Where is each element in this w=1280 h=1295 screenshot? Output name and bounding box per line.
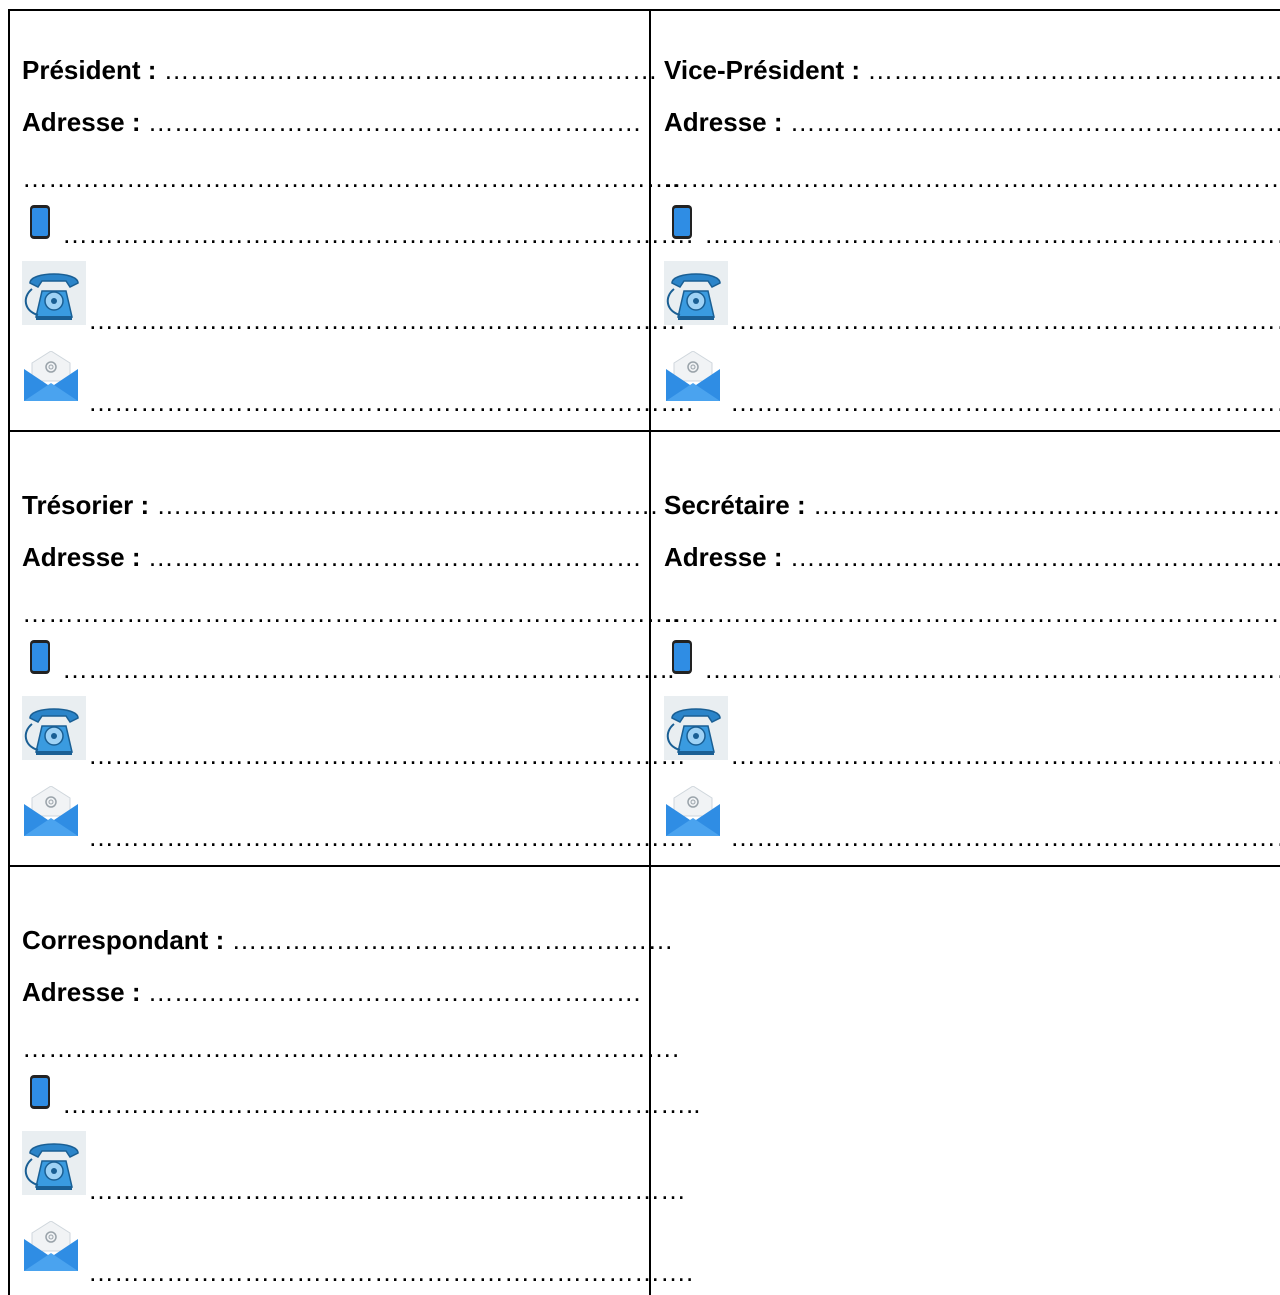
telephone-blank[interactable]: …………………………………………………………… bbox=[88, 1175, 686, 1205]
name-blank[interactable]: ………………………………………………… bbox=[156, 55, 658, 85]
name-field[interactable]: Secrétaire : ……………………………………………… bbox=[664, 490, 1280, 520]
contact-card-correspondent: Correspondant : …………………………………………… Adress… bbox=[22, 925, 700, 1295]
telephone-field[interactable]: …………………………………………………………… bbox=[88, 305, 686, 335]
mobile-field[interactable]: ……………………………………………………………….. bbox=[62, 1089, 700, 1119]
email-envelope-icon bbox=[666, 785, 720, 836]
role-separator: : bbox=[844, 55, 861, 85]
address-label: Adresse : bbox=[664, 107, 783, 137]
address-line-2-blank[interactable]: …………………………………………………………………. bbox=[22, 1033, 679, 1063]
role-label: Secrétaire bbox=[664, 490, 790, 520]
role-separator: : bbox=[140, 55, 157, 85]
role-label: Correspondant bbox=[22, 925, 209, 955]
email-blank[interactable]: …………………………………………………………….. bbox=[730, 822, 1280, 852]
mobile-phone-icon bbox=[30, 1075, 50, 1109]
address-field[interactable]: Adresse : ………………………………………………… bbox=[22, 977, 642, 1007]
address-field[interactable]: Adresse : ………………………………………………… bbox=[22, 542, 642, 572]
name-field[interactable]: Vice-Président : ……………………………………………… bbox=[664, 55, 1280, 85]
contact-card-secretary: Secrétaire : ……………………………………………… Adresse … bbox=[664, 490, 1280, 860]
role-label: Vice-Président bbox=[664, 55, 845, 85]
address-blank[interactable]: ………………………………………………… bbox=[783, 107, 1280, 137]
email-field[interactable]: ……………………………………………………………. bbox=[88, 387, 693, 417]
telephone-icon bbox=[22, 696, 86, 760]
address-field[interactable]: Adresse : ………………………………………………… bbox=[664, 107, 1280, 137]
address-line-2[interactable]: …………………………………………………………………. bbox=[22, 163, 679, 193]
address-blank[interactable]: ………………………………………………… bbox=[141, 977, 642, 1007]
contact-card-vice-president: Vice-Président : ……………………………………………… Adre… bbox=[664, 55, 1280, 425]
address-line-2[interactable]: …………………………………………………………………. bbox=[22, 1033, 679, 1063]
email-field[interactable]: ……………………………………………………………. bbox=[88, 1257, 693, 1287]
telephone-blank[interactable]: …………………………………………………………… bbox=[730, 305, 1280, 335]
mobile-phone-icon bbox=[672, 640, 692, 674]
telephone-icon bbox=[22, 1131, 86, 1195]
table-divider-row-2 bbox=[8, 865, 1280, 867]
role-label: Président bbox=[22, 55, 141, 85]
name-field[interactable]: Président : ………………………………………………… bbox=[22, 55, 658, 85]
telephone-blank[interactable]: …………………………………………………………… bbox=[88, 305, 686, 335]
name-blank[interactable]: ……………………………………………… bbox=[860, 55, 1280, 85]
mobile-blank[interactable]: …………………………………………………………….. bbox=[704, 654, 1280, 684]
email-field[interactable]: …………………………………………………………….. bbox=[730, 387, 1280, 417]
email-envelope-icon bbox=[24, 785, 78, 836]
mobile-phone-icon bbox=[30, 640, 50, 674]
name-blank[interactable]: ……………………………………………… bbox=[806, 490, 1280, 520]
contact-card-president: Président : ………………………………………………… Adresse … bbox=[22, 55, 693, 425]
mobile-phone-icon bbox=[672, 205, 692, 239]
telephone-field[interactable]: …………………………………………………………… bbox=[730, 305, 1280, 335]
address-label: Adresse : bbox=[664, 542, 783, 572]
telephone-icon bbox=[664, 696, 728, 760]
address-label: Adresse : bbox=[22, 107, 141, 137]
address-blank[interactable]: ………………………………………………… bbox=[783, 542, 1280, 572]
role-separator: : bbox=[208, 925, 225, 955]
mobile-phone-icon bbox=[30, 205, 50, 239]
role-separator: : bbox=[133, 490, 150, 520]
name-field[interactable]: Trésorier : …………………………………………………. bbox=[22, 490, 658, 520]
address-line-2-blank[interactable]: …………………………………………………………………. bbox=[22, 598, 679, 628]
address-line-2-blank[interactable]: …………………………………………………………………. bbox=[22, 163, 679, 193]
mobile-field[interactable]: …………………………………………………………….. bbox=[704, 654, 1280, 684]
email-envelope-icon bbox=[24, 1220, 78, 1271]
email-blank[interactable]: ……………………………………………………………. bbox=[88, 1257, 693, 1287]
name-blank[interactable]: …………………………………………… bbox=[224, 925, 673, 955]
telephone-field[interactable]: …………………………………………………………… bbox=[730, 740, 1280, 770]
address-field[interactable]: Adresse : ………………………………………………… bbox=[664, 542, 1280, 572]
telephone-field[interactable]: …………………………………………………………… bbox=[88, 740, 686, 770]
table-divider-row-1 bbox=[8, 430, 1280, 432]
email-blank[interactable]: ……………………………………………………………. bbox=[88, 822, 693, 852]
address-line-2-blank[interactable]: ……………………………………………………………….… bbox=[664, 163, 1280, 193]
address-label: Adresse : bbox=[22, 977, 141, 1007]
contact-card-treasurer: Trésorier : …………………………………………………. Adresse… bbox=[22, 490, 693, 860]
telephone-blank[interactable]: …………………………………………………………… bbox=[88, 740, 686, 770]
email-envelope-icon bbox=[24, 350, 78, 401]
mobile-blank[interactable]: ……………………………………………………………….. bbox=[62, 1089, 700, 1119]
address-blank[interactable]: ………………………………………………… bbox=[141, 542, 642, 572]
telephone-blank[interactable]: …………………………………………………………… bbox=[730, 740, 1280, 770]
role-label: Trésorier bbox=[22, 490, 134, 520]
email-field[interactable]: ……………………………………………………………. bbox=[88, 822, 693, 852]
role-separator: : bbox=[789, 490, 806, 520]
name-blank[interactable]: …………………………………………………. bbox=[149, 490, 657, 520]
address-blank[interactable]: ………………………………………………… bbox=[141, 107, 642, 137]
address-line-2[interactable]: …………………………………………………………………. bbox=[22, 598, 679, 628]
address-line-2[interactable]: ……………………………………………………………….… bbox=[664, 163, 1280, 193]
email-blank[interactable]: …………………………………………………………….. bbox=[730, 387, 1280, 417]
address-line-2-blank[interactable]: ……………………………………………………………….… bbox=[664, 598, 1280, 628]
mobile-blank[interactable]: …………………………………………………………….. bbox=[62, 654, 674, 684]
email-field[interactable]: …………………………………………………………….. bbox=[730, 822, 1280, 852]
telephone-icon bbox=[22, 261, 86, 325]
telephone-field[interactable]: …………………………………………………………… bbox=[88, 1175, 686, 1205]
address-field[interactable]: Adresse : ………………………………………………… bbox=[22, 107, 642, 137]
mobile-field[interactable]: ………………………………………………………………. bbox=[62, 219, 693, 249]
address-label: Adresse : bbox=[22, 542, 141, 572]
email-envelope-icon bbox=[666, 350, 720, 401]
mobile-field[interactable]: …………………………………………………………….. bbox=[704, 219, 1280, 249]
name-field[interactable]: Correspondant : …………………………………………… bbox=[22, 925, 673, 955]
mobile-field[interactable]: …………………………………………………………….. bbox=[62, 654, 674, 684]
mobile-blank[interactable]: ………………………………………………………………. bbox=[62, 219, 693, 249]
telephone-icon bbox=[664, 261, 728, 325]
table-border-left bbox=[8, 9, 10, 1295]
mobile-blank[interactable]: …………………………………………………………….. bbox=[704, 219, 1280, 249]
table-border-top bbox=[8, 9, 1280, 11]
email-blank[interactable]: ……………………………………………………………. bbox=[88, 387, 693, 417]
address-line-2[interactable]: ……………………………………………………………….… bbox=[664, 598, 1280, 628]
